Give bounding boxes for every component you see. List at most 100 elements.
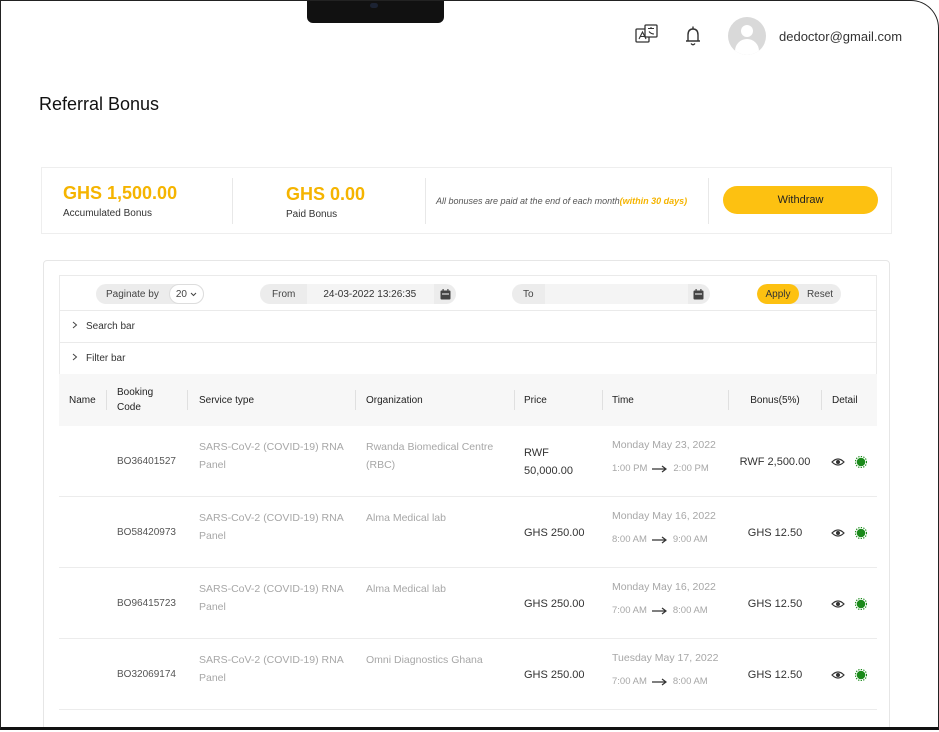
end-time: 9:00 AM: [672, 534, 708, 545]
organization-line1: Alma Medical lab: [366, 583, 446, 595]
bonus-amount: GHS 12.50: [747, 668, 803, 681]
column-divider: [821, 390, 822, 410]
table-row[interactable]: BO58420973 SARS-CoV-2 (COVID-19) RNA Pane…: [59, 497, 877, 568]
withdraw-button[interactable]: Withdraw: [723, 186, 878, 214]
organization-line2: (RBC): [366, 459, 396, 471]
paid-bonus-amount: GHS 0.00: [286, 184, 366, 204]
from-date-input[interactable]: 24-03-2022 13:26:35: [307, 284, 435, 304]
column-price: Price: [524, 394, 547, 406]
booking-code: BO58420973: [117, 527, 176, 538]
column-divider: [514, 390, 515, 410]
user-email[interactable]: dedoctor@gmail.com: [779, 29, 902, 44]
from-date-control: From 24-03-2022 13:26:35: [260, 284, 456, 304]
column-name: Name: [69, 394, 96, 406]
column-divider: [602, 390, 603, 410]
table-row[interactable]: BO96415723 SARS-CoV-2 (COVID-19) RNA Pane…: [59, 568, 877, 639]
calendar-icon[interactable]: [688, 284, 710, 304]
status-badge-icon: [855, 455, 867, 468]
service-type-line1: SARS-CoV-2 (COVID-19) RNA: [199, 441, 344, 453]
column-booking-code: Booking Code: [117, 374, 153, 426]
service-type-line2: Panel: [199, 459, 226, 471]
booking-time: Monday May 16, 2022 8:00 AM 9:00 AM: [612, 509, 716, 547]
arrow-right-icon: [652, 465, 668, 473]
bell-icon[interactable]: [681, 23, 707, 49]
filter-bar-label: Filter bar: [86, 353, 126, 364]
service-type: SARS-CoV-2 (COVID-19) RNA Panel: [199, 438, 349, 474]
row-actions: [831, 426, 867, 497]
price: RWF 50,000.00: [524, 426, 573, 497]
chevron-down-icon: [190, 292, 197, 296]
avatar[interactable]: [728, 17, 766, 55]
eye-icon[interactable]: [831, 599, 845, 609]
column-service-type: Service type: [199, 394, 255, 406]
eye-icon[interactable]: [831, 528, 845, 538]
status-badge-icon: [855, 668, 867, 681]
price: GHS 250.00: [524, 639, 585, 710]
page-title: Referral Bonus: [39, 94, 160, 114]
time-slot: 7:00 AM 8:00 AM: [612, 604, 716, 618]
accumulated-bonus-amount: GHS 1,500.00: [63, 183, 178, 203]
paginate-select[interactable]: 20: [168, 284, 204, 304]
to-date-control: To: [512, 284, 710, 304]
start-time: 8:00 AM: [612, 534, 647, 545]
service-type: SARS-CoV-2 (COVID-19) RNA Panel: [199, 651, 349, 687]
calendar-icon[interactable]: [434, 284, 456, 304]
end-time: 8:00 AM: [672, 676, 708, 687]
table-row[interactable]: BO36401527 SARS-CoV-2 (COVID-19) RNA Pane…: [59, 426, 877, 497]
service-type-line1: SARS-CoV-2 (COVID-19) RNA: [199, 512, 344, 524]
price-line1: GHS 250.00: [524, 668, 585, 681]
end-time: 8:00 AM: [672, 605, 708, 616]
bonus-amount: GHS 12.50: [747, 526, 803, 539]
reset-button[interactable]: Reset: [799, 284, 841, 304]
payout-note-text: All bonuses are paid at the end of each …: [436, 196, 620, 206]
filter-toolbar: Paginate by 20 From 24-03-2022 13:26:35 …: [59, 275, 877, 311]
price-line2: 50,000.00: [524, 464, 573, 477]
column-divider: [106, 390, 107, 410]
column-bonus: Bonus(5%): [750, 394, 800, 406]
paginate-value: 20: [175, 288, 187, 300]
to-date-input[interactable]: [544, 284, 688, 304]
from-label: From: [272, 288, 296, 300]
bonus-summary-card: GHS 1,500.00 Accumulated Bonus GHS 0.00 …: [41, 167, 892, 234]
table-row[interactable]: BO32069174 SARS-CoV-2 (COVID-19) RNA Pane…: [59, 639, 877, 710]
translate-icon[interactable]: [634, 23, 660, 49]
row-actions: [831, 568, 867, 639]
booking-code: BO32069174: [117, 669, 176, 680]
divider: [708, 178, 709, 224]
organization: Alma Medical lab: [366, 580, 506, 598]
apply-reset-group: Apply Reset: [757, 284, 841, 304]
booking-date: Monday May 23, 2022: [612, 439, 716, 451]
filter-bar-toggle[interactable]: Filter bar: [59, 343, 877, 375]
paginate-label: Paginate by: [106, 288, 159, 300]
service-type-line2: Panel: [199, 672, 226, 684]
booking-date: Monday May 16, 2022: [612, 581, 716, 593]
search-bar-toggle[interactable]: Search bar: [59, 311, 877, 343]
paid-bonus-label: Paid Bonus: [286, 209, 338, 220]
paginate-control: Paginate by 20: [96, 284, 204, 304]
booking-time: Monday May 23, 2022 1:00 PM 2:00 PM: [612, 438, 716, 476]
organization-line1: Alma Medical lab: [366, 512, 446, 524]
status-badge-icon: [855, 597, 867, 610]
eye-icon[interactable]: [831, 670, 845, 680]
price-line1: GHS 250.00: [524, 597, 585, 610]
chevron-right-icon: [72, 321, 78, 332]
payout-note: All bonuses are paid at the end of each …: [436, 196, 687, 206]
price: GHS 250.00: [524, 568, 585, 639]
organization-line1: Rwanda Biomedical Centre: [366, 441, 494, 453]
search-bar-label: Search bar: [86, 321, 135, 332]
time-slot: 7:00 AM 8:00 AM: [612, 675, 718, 689]
end-time: 2:00 PM: [673, 463, 709, 474]
service-type-line1: SARS-CoV-2 (COVID-19) RNA: [199, 654, 344, 666]
start-time: 7:00 AM: [612, 676, 647, 687]
organization: Omni Diagnostics Ghana: [366, 651, 506, 669]
bookings-table-card: Paginate by 20 From 24-03-2022 13:26:35 …: [43, 260, 890, 727]
organization: Alma Medical lab: [366, 509, 506, 527]
apply-button[interactable]: Apply: [757, 284, 799, 304]
column-divider: [187, 390, 188, 410]
bonus-amount: GHS 12.50: [747, 597, 803, 610]
eye-icon[interactable]: [831, 457, 845, 467]
column-booking-code-line2: Code: [117, 402, 141, 413]
start-time: 7:00 AM: [612, 605, 647, 616]
device-frame: dedoctor@gmail.com Referral Bonus GHS 1,…: [0, 0, 939, 730]
table-header: Name Booking Code Service type Organizat…: [59, 374, 877, 426]
